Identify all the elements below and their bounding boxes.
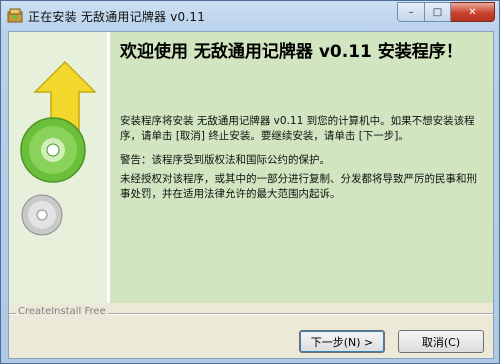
cd-disc-icon	[20, 117, 86, 183]
install-graphic	[20, 60, 97, 236]
copyright-warning: 警告：该程序受到版权法和国际公约的保护。	[120, 154, 330, 166]
welcome-content: 欢迎使用 无敌通用记牌器 v0.11 安装程序！ 安装程序将安装 无敌通用记牌器…	[110, 32, 493, 303]
window-title: 正在安装 无敌通用记牌器 v0.11	[28, 10, 206, 24]
minimize-button[interactable]: –	[397, 2, 425, 22]
close-button[interactable]: ✕	[451, 2, 495, 22]
title-bar[interactable]: 正在安装 无敌通用记牌器 v0.11 – □ ✕	[1, 1, 499, 31]
installer-window: 正在安装 无敌通用记牌器 v0.11 – □ ✕ 欢迎使用 无敌通用记牌器 v0…	[0, 0, 500, 364]
installer-client-area: 欢迎使用 无敌通用记牌器 v0.11 安装程序！ 安装程序将安装 无敌通用记牌器…	[8, 31, 494, 359]
maximize-button[interactable]: □	[425, 2, 451, 22]
next-button[interactable]: 下一步(N) >	[299, 330, 385, 353]
legal-notice: 未经授权对该程序，或其中的一部分进行复制、分发都将导致严厉的民事和刑事处罚，并在…	[120, 173, 477, 200]
cancel-button[interactable]: 取消(C)	[398, 330, 484, 353]
welcome-heading: 欢迎使用 无敌通用记牌器 v0.11 安装程序！	[120, 42, 463, 62]
small-disc-icon	[21, 194, 63, 236]
createinstall-brand: CreateInstall Free	[16, 306, 108, 317]
install-description: 安装程序将安装 无敌通用记牌器 v0.11 到您的计算机中。如果不想安装该程序，…	[120, 115, 475, 142]
installer-app-icon	[7, 8, 23, 23]
welcome-panel: 欢迎使用 无敌通用记牌器 v0.11 安装程序！ 安装程序将安装 无敌通用记牌器…	[9, 32, 493, 303]
install-graphic-panel	[9, 32, 107, 303]
window-controls: – □ ✕	[397, 2, 495, 22]
